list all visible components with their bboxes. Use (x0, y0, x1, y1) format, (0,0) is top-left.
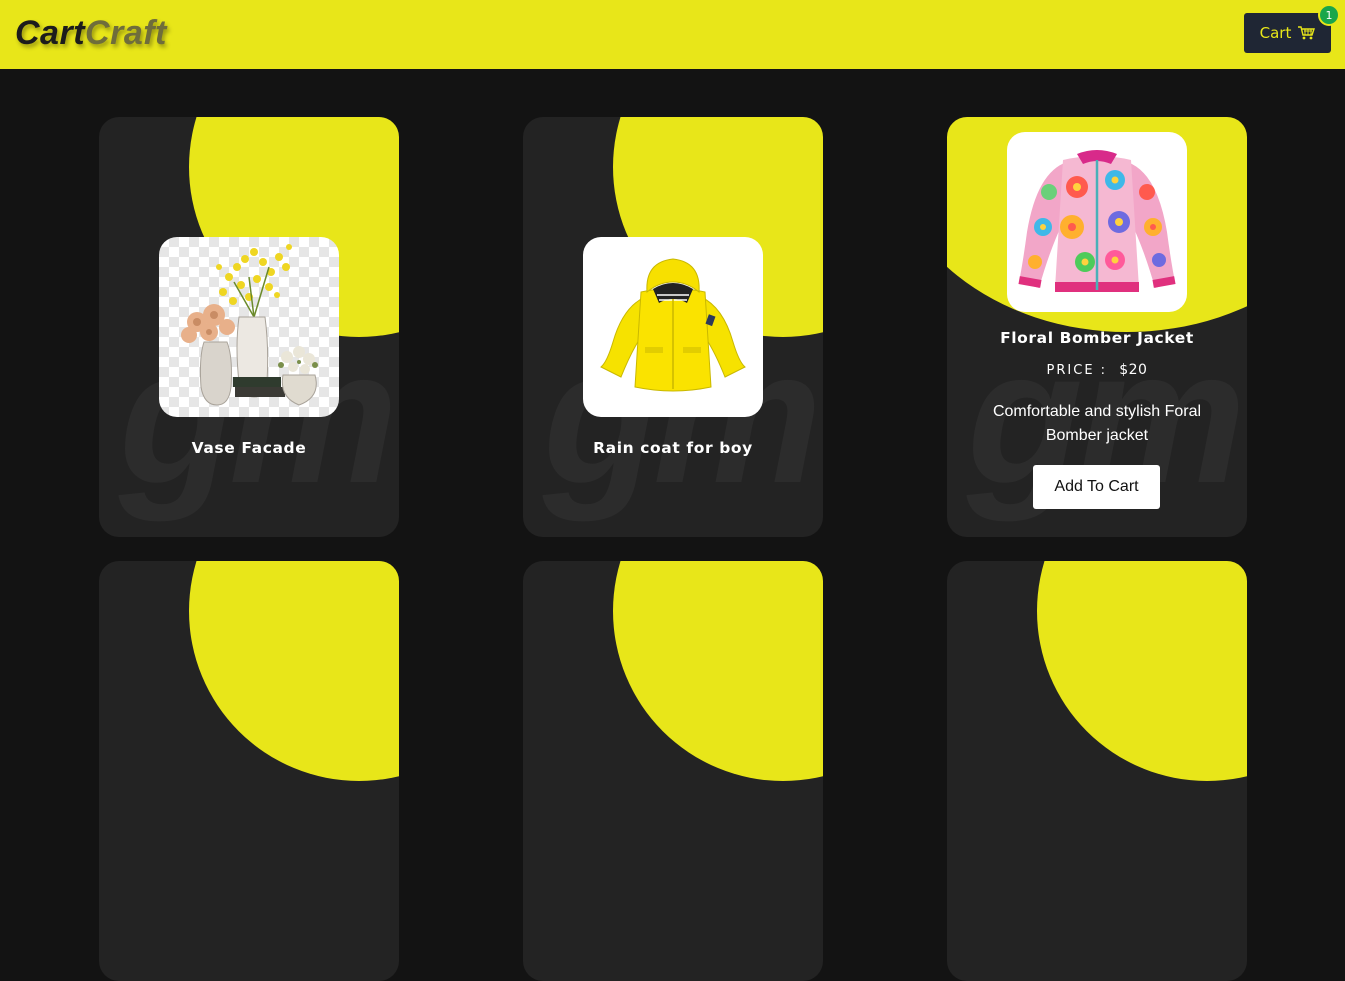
card-accent-circle (189, 561, 399, 781)
product-title: Floral Bomber Jacket (1000, 329, 1194, 347)
product-title: Vase Facade (191, 439, 307, 457)
product-card[interactable] (947, 561, 1247, 981)
brand-logo-part2: Craft (85, 14, 167, 52)
product-title: Rain coat for boy (593, 439, 753, 457)
raincoat-image (600, 258, 746, 392)
product-card[interactable]: gm (947, 117, 1247, 537)
shopping-cart-icon (1298, 26, 1316, 40)
product-card[interactable] (523, 561, 823, 981)
product-image (159, 237, 339, 417)
price-row: PRICE : $20 (947, 362, 1247, 378)
card-accent-circle (613, 561, 823, 781)
jacket-image (1018, 150, 1176, 292)
product-image (583, 237, 763, 417)
card-accent-circle (1037, 561, 1247, 781)
price-value: $20 (1119, 362, 1148, 378)
brand-logo-part1: Cart (15, 14, 86, 52)
product-description: Comfortable and stylish Foral Bomber jac… (992, 403, 1202, 444)
vase-image (181, 244, 318, 406)
product-card[interactable] (99, 561, 399, 981)
navbar: CartCraft Cart 1 (0, 0, 1345, 69)
product-image (1007, 132, 1187, 312)
brand-logo[interactable]: CartCraft (15, 14, 167, 53)
price-label: PRICE : (1046, 363, 1108, 378)
add-to-cart-button[interactable]: Add To Cart (1033, 465, 1160, 509)
cart-count-badge: 1 (1318, 4, 1340, 26)
product-card[interactable]: gm (99, 117, 399, 537)
product-card[interactable]: gm (523, 117, 823, 537)
cart-button-label: Cart (1259, 24, 1292, 42)
